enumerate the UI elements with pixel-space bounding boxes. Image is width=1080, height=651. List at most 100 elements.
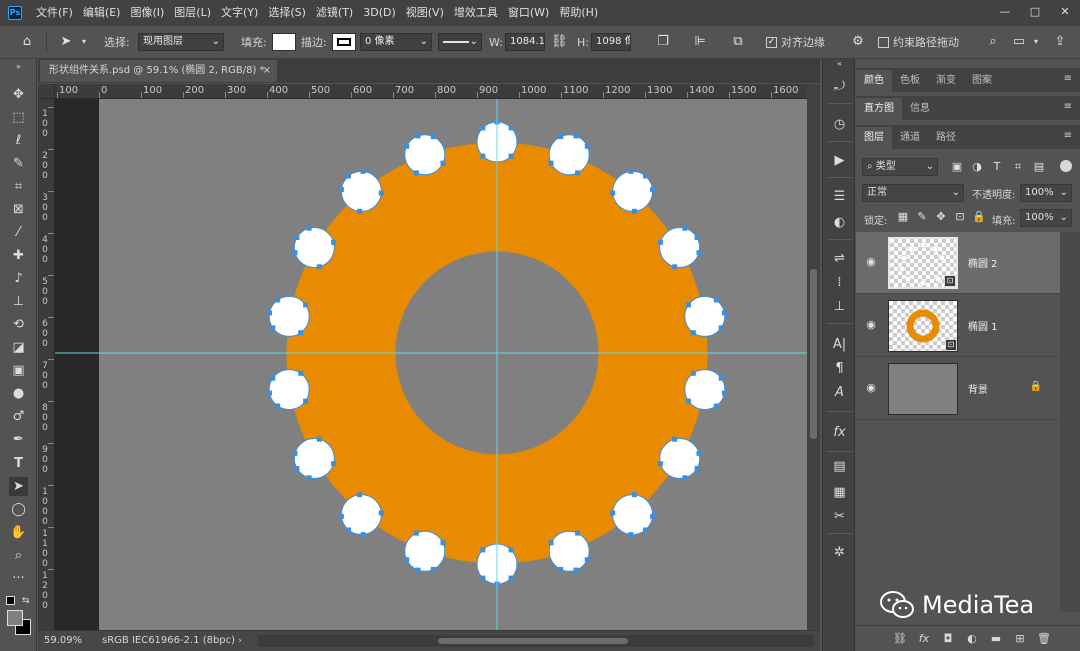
- layer-row-background[interactable]: ◉ 背景 🔒: [856, 358, 1060, 420]
- link-layers-icon[interactable]: ⛓: [892, 631, 908, 647]
- ellipse-icon[interactable]: ◯: [9, 500, 28, 519]
- more-icon[interactable]: ···: [9, 569, 28, 588]
- fx-icon[interactable]: fx: [916, 631, 932, 647]
- menu-layer[interactable]: 图层(L): [169, 0, 216, 26]
- panel-menu-icon[interactable]: ≡: [1064, 101, 1072, 112]
- layer-name[interactable]: 椭圆 2: [968, 255, 998, 270]
- quick-select-icon[interactable]: ✎: [9, 154, 28, 173]
- properties-icon[interactable]: ▤: [830, 457, 849, 476]
- swap-colors-icon[interactable]: ⇆: [22, 596, 30, 606]
- menu-view[interactable]: 视图(V): [401, 0, 449, 26]
- gradient-icon[interactable]: ▣: [9, 361, 28, 380]
- marquee-icon[interactable]: ⬚: [9, 108, 28, 127]
- smart-object-filter-icon[interactable]: ▤: [1032, 160, 1046, 174]
- tab-histogram[interactable]: 直方图: [856, 98, 902, 120]
- lock-image-icon[interactable]: ✎: [915, 210, 929, 224]
- adjustments-icon[interactable]: ☰: [830, 187, 849, 206]
- adjustment-filter-icon[interactable]: ◑: [970, 160, 984, 174]
- share-icon[interactable]: ⇪: [1052, 34, 1068, 50]
- horizontal-ruler[interactable]: 100 0 100 200 300 400 500 600 700 800 900 1000 1100 1…: [55, 84, 807, 99]
- tab-paths[interactable]: 路径: [928, 127, 964, 149]
- menu-type[interactable]: 文字(Y): [216, 0, 263, 26]
- type-filter-icon[interactable]: T: [990, 160, 1004, 174]
- close-button[interactable]: ✕: [1050, 0, 1080, 26]
- pasteboard[interactable]: [55, 99, 807, 630]
- fill-swatch[interactable]: [272, 33, 296, 51]
- vertical-scrollbar[interactable]: [807, 84, 820, 630]
- eraser-icon[interactable]: ◪: [9, 338, 28, 357]
- history-brush-icon[interactable]: ⟲: [9, 315, 28, 334]
- path-select-icon[interactable]: ➤: [9, 477, 28, 496]
- zoom-level[interactable]: 59.09%: [44, 631, 82, 651]
- menu-help[interactable]: 帮助(H): [554, 0, 603, 26]
- artboard-panel-icon[interactable]: ⤾: [830, 77, 849, 96]
- tab-channels[interactable]: 通道: [892, 127, 928, 149]
- tab-gradients[interactable]: 渐变: [928, 70, 964, 92]
- brush-settings-icon[interactable]: ⇌: [830, 249, 849, 268]
- panel-menu-icon[interactable]: ≡: [1064, 73, 1072, 84]
- horizontal-scrollbar[interactable]: [258, 635, 813, 647]
- menu-3d[interactable]: 3D(D): [358, 0, 401, 26]
- default-colors-icon[interactable]: [6, 596, 15, 605]
- healing-icon[interactable]: ✚: [9, 246, 28, 265]
- layer-name[interactable]: 椭圆 1: [968, 318, 998, 333]
- tab-patterns[interactable]: 图案: [964, 70, 1000, 92]
- lasso-icon[interactable]: ℓ: [9, 131, 28, 150]
- tab-color[interactable]: 颜色: [856, 70, 892, 92]
- chevron-down-icon[interactable]: ▾: [1028, 34, 1044, 50]
- add-mask-icon[interactable]: ◘: [940, 631, 956, 647]
- fill-field[interactable]: 100% ⌄: [1020, 209, 1072, 227]
- eye-icon[interactable]: ◉: [864, 255, 878, 269]
- shape-filter-icon[interactable]: ⌗: [1011, 160, 1025, 174]
- constrain-path-checkbox[interactable]: [878, 37, 889, 48]
- tools-preset-icon[interactable]: ✂: [830, 507, 849, 526]
- crop-icon[interactable]: ⌗: [9, 177, 28, 196]
- clone-source-icon[interactable]: ⊥: [830, 297, 849, 316]
- lock-all-icon[interactable]: 🔒: [972, 210, 986, 224]
- blur-icon[interactable]: ●: [9, 384, 28, 403]
- tab-info[interactable]: 信息: [902, 98, 938, 120]
- horizontal-scroll-thumb[interactable]: [438, 638, 628, 644]
- menu-filter[interactable]: 滤镜(T): [311, 0, 358, 26]
- collapse-icon[interactable]: »: [9, 62, 28, 72]
- eye-icon[interactable]: ◉: [864, 318, 878, 332]
- actions-play-icon[interactable]: ▶: [830, 151, 849, 170]
- menu-edit[interactable]: 编辑(E): [78, 0, 126, 26]
- history-panel-icon[interactable]: ◷: [830, 115, 849, 134]
- workspace-icon[interactable]: ▭: [1011, 34, 1027, 50]
- brush-icon[interactable]: ♪: [9, 269, 28, 288]
- move-icon[interactable]: ✥: [9, 85, 28, 104]
- menu-image[interactable]: 图像(I): [125, 0, 169, 26]
- select-mode-dropdown[interactable]: 现用图层 ⌄: [138, 33, 224, 51]
- stroke-type-dropdown[interactable]: ⌄: [438, 33, 482, 51]
- zoom-icon[interactable]: ⌕: [9, 546, 28, 565]
- stroke-width-field[interactable]: 0 像素 ⌄: [360, 33, 432, 51]
- menu-plugins[interactable]: 增效工具: [449, 0, 503, 26]
- dodge-icon[interactable]: ♂: [9, 407, 28, 426]
- stroke-swatch[interactable]: [332, 33, 356, 51]
- path-select-tool-icon[interactable]: ➤: [58, 34, 74, 50]
- trash-icon[interactable]: 🗑: [1036, 631, 1052, 647]
- menu-select[interactable]: 选择(S): [263, 0, 311, 26]
- opacity-field[interactable]: 100% ⌄: [1020, 184, 1072, 202]
- eye-icon[interactable]: ◉: [864, 381, 878, 395]
- link-icon[interactable]: ⛓: [551, 34, 568, 50]
- lock-transparent-icon[interactable]: ▦: [896, 210, 910, 224]
- canvas-artwork[interactable]: [55, 99, 807, 630]
- color-profile[interactable]: sRGB IEC61966-2.1 (8bpc) ›: [102, 631, 242, 651]
- layer-row-ellipse-2[interactable]: ◉ ⊡ 椭圆 2: [856, 232, 1060, 294]
- align-edges-checkbox[interactable]: ✓: [766, 37, 777, 48]
- type-icon[interactable]: T: [9, 454, 28, 473]
- home-icon[interactable]: ⌂: [19, 34, 35, 50]
- blend-mode-dropdown[interactable]: 正常 ⌄: [862, 184, 964, 202]
- panel-menu-icon[interactable]: ≡: [1064, 130, 1072, 141]
- foreground-color-swatch[interactable]: [7, 610, 23, 626]
- gear-icon[interactable]: ⚙: [850, 34, 866, 50]
- maximize-button[interactable]: □: [1020, 0, 1050, 26]
- adjustment-layer-icon[interactable]: ◐: [964, 631, 980, 647]
- minimize-button[interactable]: —: [990, 0, 1020, 26]
- character-icon[interactable]: A|: [830, 335, 849, 354]
- search-icon[interactable]: ⌕: [985, 34, 1001, 50]
- filter-toggle[interactable]: [1060, 160, 1072, 172]
- paragraph-icon[interactable]: ¶: [830, 359, 849, 378]
